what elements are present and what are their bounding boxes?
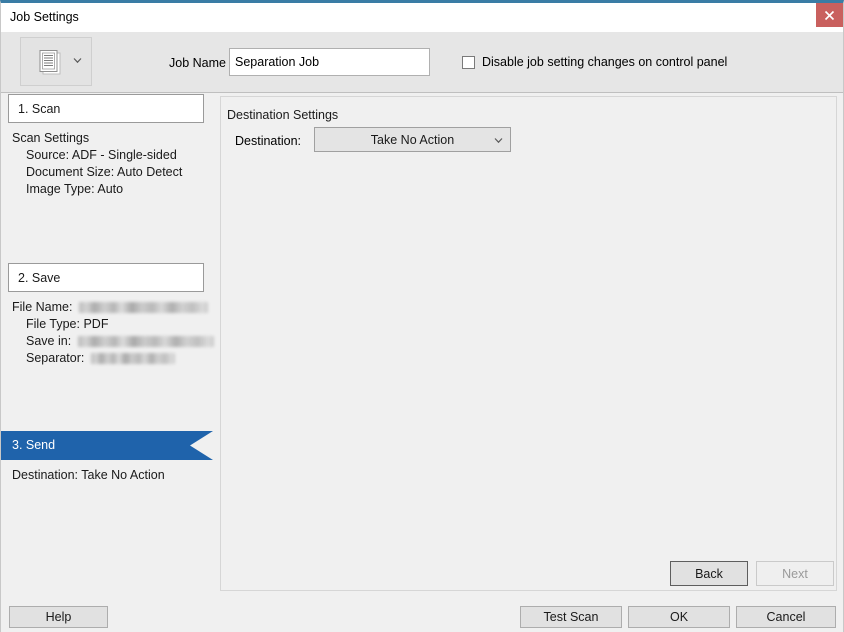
steps-sidebar: 1. Scan Scan Settings Source: ADF - Sing… bbox=[1, 94, 214, 592]
next-button: Next bbox=[756, 561, 834, 586]
job-icon-dropdown-button[interactable] bbox=[20, 37, 92, 86]
step-block-scan: 1. Scan Scan Settings Source: ADF - Sing… bbox=[1, 94, 213, 198]
footer-bar: Help Test Scan OK Cancel bbox=[1, 595, 843, 632]
disable-job-setting-changes-label: Disable job setting changes on control p… bbox=[482, 55, 728, 69]
destination-field-label: Destination: bbox=[235, 134, 302, 148]
step-block-send: 3. Send Destination: Take No Action bbox=[1, 431, 213, 484]
window-title: Job Settings bbox=[10, 10, 79, 24]
save-separator-value-redacted bbox=[90, 353, 175, 365]
destination-select-value: Take No Action bbox=[370, 133, 455, 147]
scan-document-size-value: Auto Detect bbox=[117, 165, 183, 179]
sidebar-tab-scan-label: 1. Scan bbox=[18, 102, 61, 116]
title-bar: Job Settings bbox=[1, 3, 843, 32]
back-button[interactable]: Back bbox=[670, 561, 748, 586]
save-file-type-label: File Type: bbox=[26, 317, 80, 331]
scan-document-size-row: Document Size: Auto Detect bbox=[12, 164, 213, 181]
save-location-value-redacted bbox=[77, 336, 214, 348]
step-block-save: 2. Save File Name: File Type: PDF Save i… bbox=[1, 263, 214, 367]
sidebar-tab-save-label: 2. Save bbox=[18, 271, 61, 285]
close-button[interactable] bbox=[816, 3, 843, 27]
send-destination-label: Destination: bbox=[12, 468, 79, 482]
document-stack-icon bbox=[39, 50, 61, 75]
chevron-down-icon bbox=[494, 138, 503, 144]
test-scan-button[interactable]: Test Scan bbox=[520, 606, 622, 628]
scan-source-row: Source: ADF - Single-sided bbox=[12, 147, 213, 164]
save-file-name-row: File Name: bbox=[12, 299, 213, 316]
sidebar-tab-send[interactable]: 3. Send bbox=[1, 431, 213, 460]
send-destination-row: Destination: Take No Action bbox=[12, 467, 213, 484]
scan-source-label: Source: bbox=[26, 148, 70, 162]
send-destination-value: Take No Action bbox=[81, 468, 165, 482]
save-separator-row: Separator: bbox=[12, 350, 213, 367]
destination-select[interactable]: Take No Action bbox=[314, 127, 511, 152]
destination-settings-panel: Destination Settings Destination: Take N… bbox=[220, 96, 837, 591]
close-icon bbox=[824, 10, 835, 20]
scan-document-size-label: Document Size: bbox=[26, 165, 115, 179]
help-button[interactable]: Help bbox=[9, 606, 108, 628]
sidebar-tab-scan[interactable]: 1. Scan bbox=[8, 94, 204, 123]
scan-image-type-value: Auto bbox=[97, 182, 124, 196]
save-separator-label: Separator: bbox=[26, 351, 85, 365]
job-name-label: Job Name bbox=[169, 56, 226, 70]
scan-image-type-row: Image Type: Auto bbox=[12, 181, 213, 198]
job-name-input[interactable] bbox=[229, 48, 430, 76]
save-location-row: Save in: bbox=[12, 333, 214, 350]
save-location-label: Save in: bbox=[26, 334, 72, 348]
scan-settings-heading: Scan Settings bbox=[12, 131, 90, 145]
cancel-button[interactable]: Cancel bbox=[736, 606, 836, 628]
chevron-down-icon bbox=[73, 58, 82, 64]
checkbox-box[interactable] bbox=[462, 55, 475, 69]
ok-button[interactable]: OK bbox=[628, 606, 730, 628]
save-file-type-value: PDF bbox=[83, 317, 109, 331]
sidebar-tab-save[interactable]: 2. Save bbox=[8, 263, 204, 292]
save-file-type-row: File Type: PDF bbox=[12, 316, 213, 333]
job-settings-window: Job Settings Job Name Separation Job Dis… bbox=[0, 0, 844, 632]
step-details-save: File Name: File Type: PDF Save in: Separ… bbox=[1, 299, 214, 367]
panel-title: Destination Settings bbox=[227, 108, 339, 122]
save-file-name-label: File Name: bbox=[12, 300, 73, 314]
step-details-scan: Scan Settings Source: ADF - Single-sided… bbox=[1, 130, 213, 198]
sidebar-tab-send-label: 3. Send bbox=[12, 438, 56, 452]
save-file-name-value-redacted bbox=[78, 302, 208, 314]
step-details-send: Destination: Take No Action bbox=[1, 467, 213, 484]
header-bar: Job Name Disable job setting changes on … bbox=[1, 32, 843, 93]
disable-job-setting-changes-checkbox[interactable]: Disable job setting changes on control p… bbox=[462, 55, 727, 69]
scan-source-value: ADF - Single-sided bbox=[71, 148, 177, 162]
scan-image-type-label: Image Type: bbox=[26, 182, 95, 196]
